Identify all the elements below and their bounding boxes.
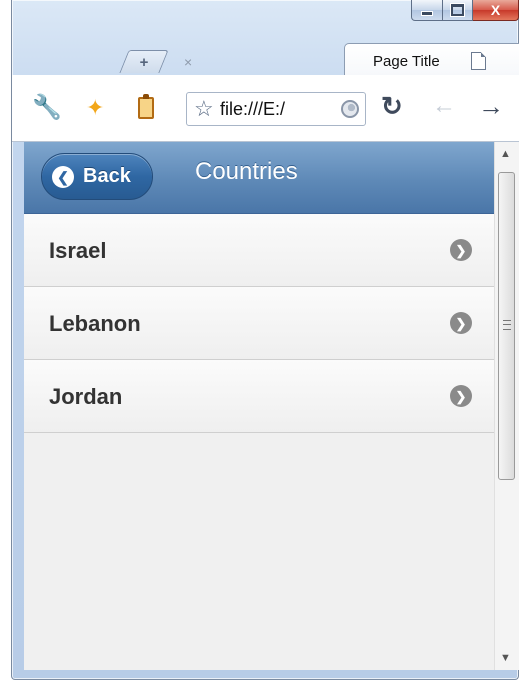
grip-icon xyxy=(503,320,511,330)
forward-arrow-icon[interactable]: → xyxy=(478,91,504,122)
tab-close-icon[interactable]: × xyxy=(184,54,192,70)
close-icon: X xyxy=(490,2,501,18)
tab-title: Page Title xyxy=(373,53,440,70)
back-button-label: Back xyxy=(83,165,131,187)
chevron-right-icon: ❯ xyxy=(450,385,472,407)
chevron-right-icon: ❯ xyxy=(450,239,472,261)
page-viewport: ❮ Back Countries Israel ❯ Lebanon ❯ Jord… xyxy=(24,142,494,670)
plus-icon: + xyxy=(139,53,149,71)
chevron-left-icon: ❮ xyxy=(52,165,74,188)
vertical-scrollbar[interactable]: ▲ ▼ xyxy=(494,142,519,670)
list-item[interactable]: Israel ❯ xyxy=(24,214,494,287)
globe-icon xyxy=(341,100,359,118)
tab-active[interactable]: Page Title xyxy=(344,43,519,76)
page-icon xyxy=(471,52,486,70)
close-window-button[interactable]: X xyxy=(473,0,519,21)
list-item-label: Israel xyxy=(49,238,107,263)
maximize-button[interactable] xyxy=(443,0,473,21)
list-item[interactable]: Lebanon ❯ xyxy=(24,287,494,360)
wrench-icon[interactable]: 🔧 xyxy=(32,96,62,120)
minimize-icon xyxy=(421,11,433,16)
country-list: Israel ❯ Lebanon ❯ Jordan ❯ xyxy=(24,214,494,433)
page-title: Countries xyxy=(195,158,298,185)
bookmark-star-icon[interactable]: ✦ xyxy=(86,97,104,119)
list-item[interactable]: Jordan ❯ xyxy=(24,360,494,433)
list-item-label: Jordan xyxy=(49,384,123,409)
star-icon[interactable]: ☆ xyxy=(194,96,214,122)
minimize-button[interactable] xyxy=(411,0,443,21)
chevron-right-icon: ❯ xyxy=(450,312,472,334)
list-item-label: Lebanon xyxy=(49,311,141,336)
address-bar[interactable]: ☆ file:///E:/ xyxy=(186,92,366,126)
window-caption-buttons: X xyxy=(411,0,519,22)
reload-icon[interactable]: ↻ xyxy=(381,91,403,122)
browser-toolbar: 🔧 ✦ ☆ file:///E:/ ↻ ← → xyxy=(12,75,519,142)
scroll-up-icon[interactable]: ▲ xyxy=(500,148,511,160)
maximize-icon xyxy=(451,4,464,16)
scroll-down-icon[interactable]: ▼ xyxy=(500,652,511,664)
clipboard-icon[interactable] xyxy=(138,94,154,119)
scroll-thumb[interactable] xyxy=(498,172,515,480)
back-button[interactable]: ❮ Back xyxy=(41,153,153,200)
address-input[interactable]: file:///E:/ xyxy=(220,99,285,120)
back-arrow-icon[interactable]: ← xyxy=(432,92,456,120)
page-header: ❮ Back Countries xyxy=(24,142,494,214)
